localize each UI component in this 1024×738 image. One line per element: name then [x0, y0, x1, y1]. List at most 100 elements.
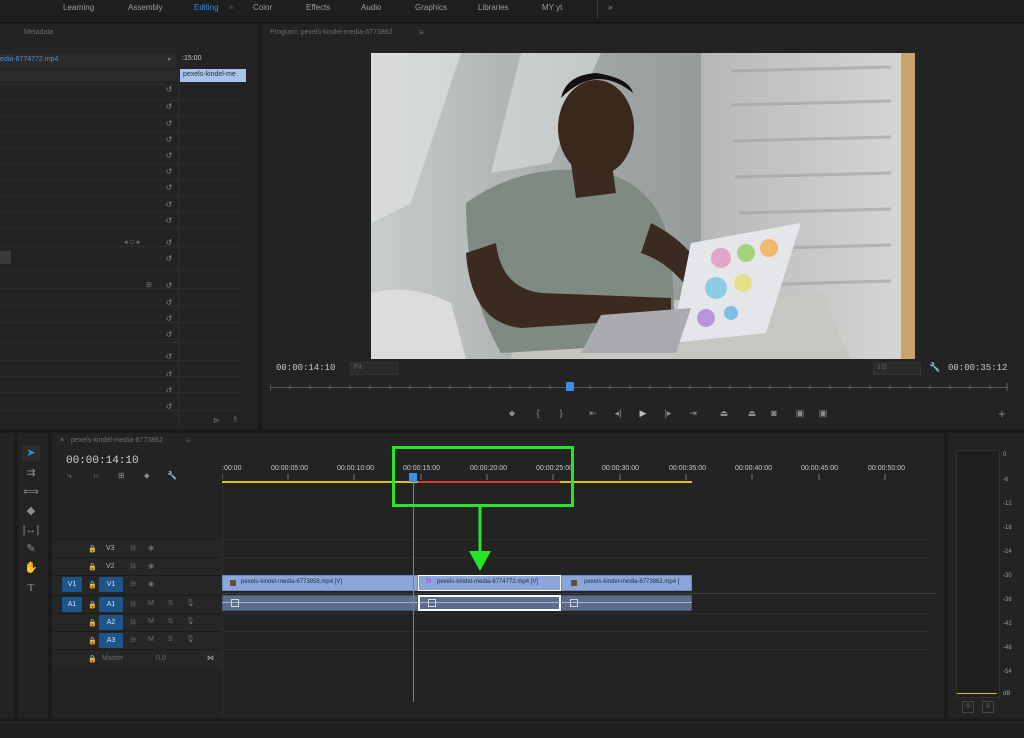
- mark-out-icon[interactable]: }: [555, 407, 567, 419]
- audio-volume-line[interactable]: [222, 602, 692, 603]
- eye-icon[interactable]: ◉: [148, 544, 154, 552]
- workspace-tab-libraries[interactable]: Libraries: [478, 3, 509, 12]
- reset-icon[interactable]: ↺: [164, 151, 174, 161]
- sync-lock-icon[interactable]: ⊟: [130, 544, 136, 552]
- wrench-settings-icon[interactable]: 🔧: [929, 362, 940, 373]
- reset-icon[interactable]: ↺: [164, 370, 174, 380]
- audio-clip-2-selected[interactable]: [418, 595, 561, 611]
- sequence-menu-icon[interactable]: ≡: [186, 436, 191, 445]
- mute-icon[interactable]: M: [148, 636, 154, 643]
- mini-timeline-clip[interactable]: pexels-kindel-me: [180, 69, 246, 82]
- panel-menu-icon[interactable]: ≡: [419, 28, 424, 37]
- slip-tool-icon[interactable]: |↔|: [22, 522, 40, 538]
- program-video-frame[interactable]: [371, 53, 915, 359]
- audio-clip-1[interactable]: [222, 595, 418, 611]
- pen-tool-icon[interactable]: ✎: [22, 541, 40, 557]
- solo-icon[interactable]: S: [168, 618, 173, 625]
- workspace-tab-learning[interactable]: Learning: [63, 3, 94, 12]
- program-playhead[interactable]: [566, 382, 574, 391]
- sync-lock-icon[interactable]: ⊟: [130, 580, 136, 588]
- mute-icon[interactable]: M: [148, 618, 154, 625]
- sequence-tab[interactable]: pexels-kindel-media-6773862: [71, 437, 163, 444]
- reset-icon[interactable]: ↺: [164, 85, 174, 95]
- playback-resolution-dropdown[interactable]: 1/2: [873, 362, 921, 375]
- param-dropdown[interactable]: [0, 251, 11, 264]
- sync-lock-icon[interactable]: ⊟: [130, 618, 136, 626]
- audio-keyframe-icon[interactable]: [231, 599, 239, 607]
- reset-icon[interactable]: ↺: [164, 135, 174, 145]
- timeline-settings-icon[interactable]: 🔧: [167, 471, 177, 480]
- audio-keyframe-icon[interactable]: [428, 599, 436, 607]
- audio-keyframe-icon[interactable]: [570, 599, 578, 607]
- workspace-tab-effects[interactable]: Effects: [306, 3, 330, 12]
- eye-icon[interactable]: ◉: [148, 580, 154, 588]
- source-patch-a1[interactable]: A1: [62, 597, 82, 612]
- lift-icon[interactable]: ⏏: [716, 407, 732, 419]
- export-icon[interactable]: ⇪: [232, 415, 239, 424]
- lock-icon[interactable]: 🔒: [88, 545, 97, 553]
- keyframe-nav-icon[interactable]: ◂ ◇ ▸: [124, 238, 140, 246]
- lock-icon[interactable]: 🔒: [88, 581, 97, 589]
- step-forward-icon[interactable]: |▸: [662, 407, 674, 419]
- track-label-a2[interactable]: A2: [99, 615, 123, 630]
- track-select-tool-icon[interactable]: ⇉: [22, 465, 40, 481]
- type-tool-icon[interactable]: T: [22, 580, 40, 596]
- lock-icon[interactable]: 🔒: [88, 563, 97, 571]
- reset-icon[interactable]: ↺: [164, 386, 174, 396]
- reset-icon[interactable]: ↺: [164, 200, 174, 210]
- selection-tool-icon[interactable]: ➤: [22, 445, 40, 461]
- audio-clip-3[interactable]: [561, 595, 692, 611]
- mute-icon[interactable]: M: [148, 600, 154, 607]
- play-icon[interactable]: ▶: [637, 407, 649, 419]
- solo-right-button[interactable]: S: [982, 701, 994, 713]
- reset-icon[interactable]: ↺: [164, 167, 174, 177]
- go-to-end-icon[interactable]: ⋈: [207, 654, 214, 662]
- snap-icon[interactable]: ∩: [93, 471, 99, 480]
- zoom-fit-dropdown[interactable]: Fit: [350, 362, 398, 375]
- microphone-icon[interactable]: 🎙: [186, 635, 195, 643]
- reset-icon[interactable]: ↺: [164, 298, 174, 308]
- eye-icon[interactable]: ◉: [148, 562, 154, 570]
- extract-icon[interactable]: ⏏: [744, 407, 760, 419]
- track-label-v1[interactable]: V1: [99, 577, 123, 592]
- metadata-tab[interactable]: Metadata: [24, 29, 53, 36]
- timeline-playhead-line[interactable]: [413, 482, 414, 702]
- comparison-view-icon[interactable]: ▣: [794, 407, 806, 419]
- sync-lock-icon[interactable]: ⊟: [130, 600, 136, 608]
- lock-icon[interactable]: 🔒: [88, 637, 97, 645]
- expand-arrow-icon[interactable]: ▸: [168, 55, 172, 63]
- razor-tool-icon[interactable]: ◆: [22, 503, 40, 519]
- export-frame-icon[interactable]: ◙: [768, 407, 780, 419]
- add-marker-icon[interactable]: ⬥: [506, 407, 518, 419]
- add-marker-timeline-icon[interactable]: ⬥: [144, 471, 150, 481]
- master-volume-value[interactable]: 0.0: [156, 655, 166, 662]
- sync-lock-icon[interactable]: ⊟: [130, 636, 136, 644]
- workspace-tab-audio[interactable]: Audio: [361, 3, 381, 12]
- go-to-in-icon[interactable]: ⇤: [587, 407, 599, 419]
- reset-icon[interactable]: ↺: [164, 119, 174, 129]
- workspace-overflow-icon[interactable]: »: [608, 3, 612, 12]
- reset-icon[interactable]: ↺: [164, 254, 174, 264]
- linked-selection-icon[interactable]: ⊞: [118, 471, 125, 480]
- reset-icon[interactable]: ↺: [164, 216, 174, 226]
- reset-icon[interactable]: ↺: [164, 281, 174, 291]
- program-current-timecode[interactable]: 00:00:14:10: [276, 363, 335, 373]
- mark-in-icon[interactable]: {: [532, 407, 544, 419]
- go-to-out-icon[interactable]: ⇥: [687, 407, 699, 419]
- sync-lock-icon[interactable]: ⊟: [130, 562, 136, 570]
- multi-camera-icon[interactable]: ▣: [817, 407, 829, 419]
- workspace-tab-color[interactable]: Color: [253, 3, 272, 12]
- source-patch-v1[interactable]: V1: [62, 577, 82, 592]
- filter-icon[interactable]: ⊳: [213, 416, 220, 425]
- clip-name[interactable]: edia-6774772.mp4: [0, 56, 58, 63]
- step-back-icon[interactable]: ◂|: [612, 407, 624, 419]
- timeline-timecode[interactable]: 00:00:14:10: [66, 455, 139, 467]
- video-clip-3[interactable]: pexels-kindel-media-6773862.mp4 [: [561, 575, 692, 591]
- video-clip-2-selected[interactable]: fx pexels-kindel-media-6774772.mp4 [V]: [418, 575, 561, 591]
- lock-icon[interactable]: 🔒: [88, 601, 97, 609]
- ripple-edit-tool-icon[interactable]: ⟺: [22, 484, 40, 500]
- track-label-a1[interactable]: A1: [99, 597, 123, 612]
- video-clip-1[interactable]: pexels-kindel-media-6773858.mp4 [V]: [222, 575, 418, 591]
- workspace-tab-graphics[interactable]: Graphics: [415, 3, 447, 12]
- solo-icon[interactable]: S: [168, 636, 173, 643]
